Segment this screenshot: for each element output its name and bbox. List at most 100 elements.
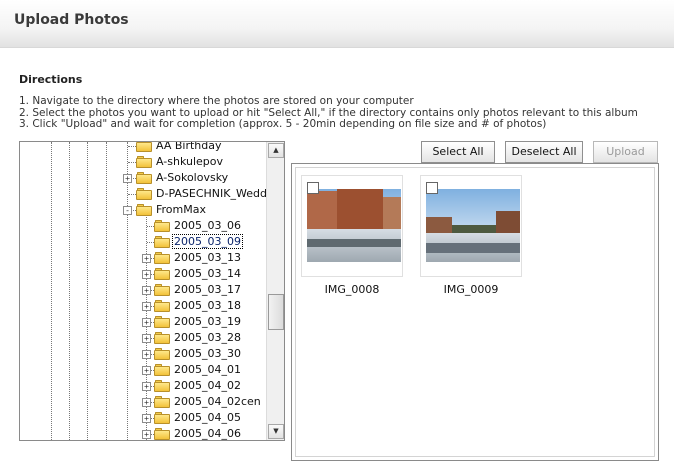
scroll-up-icon[interactable]: ▲ [268, 143, 284, 158]
expand-icon[interactable]: + [142, 414, 151, 423]
tree-item[interactable]: D-PASECHNIK_Weddin [20, 186, 277, 202]
expand-icon[interactable]: + [142, 430, 151, 439]
photo-checkbox[interactable] [426, 182, 438, 194]
folder-icon [136, 188, 152, 200]
road [307, 239, 401, 247]
tree-item[interactable]: +2005_03_28 [20, 330, 266, 346]
folder-body [154, 334, 170, 344]
direction-step-3: 3. Click "Upload" and wait for completio… [19, 118, 547, 130]
folder-tree[interactable]: AA Birthday A-shkulepov + A-Sokolovsky D-PAS… [19, 141, 285, 441]
folder-icon [154, 236, 170, 248]
folder-icon [154, 316, 170, 328]
tree-item[interactable]: +2005_04_05 [20, 410, 266, 426]
folder-icon [154, 220, 170, 232]
folder-body [136, 206, 152, 216]
tree-item[interactable]: - FromMax [20, 202, 266, 218]
folder-body [154, 318, 170, 328]
tree-item-label[interactable]: AA Birthday [155, 142, 223, 152]
building [496, 211, 520, 233]
tree-item-label[interactable]: 2005_03_19 [173, 315, 242, 328]
expand-icon[interactable]: + [142, 350, 151, 359]
tree-item-label[interactable]: A-shkulepov [155, 155, 224, 168]
building [383, 197, 401, 229]
tree-item[interactable]: +2005_04_02 [20, 378, 266, 394]
tree-item[interactable]: +2005_04_06 [20, 426, 266, 440]
tree-item-label[interactable]: 2005_04_01 [173, 363, 242, 376]
folder-icon [154, 412, 170, 424]
folder-icon [154, 300, 170, 312]
expand-icon[interactable]: + [142, 382, 151, 391]
tree-connector [128, 162, 136, 163]
tree-item[interactable]: A-shkulepov [20, 154, 266, 170]
tree-item-label[interactable]: 2005_04_02 [173, 379, 242, 392]
collapse-icon[interactable]: - [123, 206, 132, 215]
photo-card[interactable] [420, 175, 522, 277]
tree-item[interactable]: +2005_03_30 [20, 346, 266, 362]
directions-text: 1. Navigate to the directory where the p… [19, 95, 669, 131]
tree-item[interactable]: +2005_03_19 [20, 314, 266, 330]
tree-item-label[interactable]: 2005_03_09 [172, 234, 243, 249]
tree-line [452, 225, 496, 233]
tree-item-label[interactable]: 2005_03_13 [173, 251, 242, 264]
folder-body [154, 414, 170, 424]
tree-item-label[interactable]: FromMax [155, 203, 207, 216]
expand-icon[interactable]: + [142, 286, 151, 295]
folder-body [154, 430, 170, 440]
expand-icon[interactable]: + [142, 366, 151, 375]
photo-card[interactable] [301, 175, 403, 277]
tree-item-label[interactable]: 2005_03_28 [173, 331, 242, 344]
scroll-down-icon[interactable]: ▼ [268, 424, 284, 439]
folder-icon [154, 284, 170, 296]
expand-icon[interactable]: + [142, 334, 151, 343]
tree-item[interactable]: +2005_03_18 [20, 298, 266, 314]
expand-icon[interactable]: + [123, 174, 132, 183]
tree-item-label[interactable]: 2005_03_18 [173, 299, 242, 312]
expand-icon[interactable]: + [142, 398, 151, 407]
tree-item-label[interactable]: 2005_03_14 [173, 267, 242, 280]
tree-item-label[interactable]: 2005_03_06 [173, 219, 242, 232]
building [307, 191, 337, 231]
page-header: Upload Photos [0, 0, 674, 48]
tree-item[interactable]: +2005_04_02cen [20, 394, 266, 410]
select-all-button[interactable]: Select All [421, 141, 495, 163]
tree-item[interactable]: +2005_03_17 [20, 282, 266, 298]
building [337, 189, 383, 229]
tree-item[interactable]: +2005_03_13 [20, 250, 266, 266]
tree-item-label[interactable]: 2005_04_02cen [173, 395, 262, 408]
deselect-all-button[interactable]: Deselect All [505, 141, 583, 163]
expand-icon[interactable]: + [142, 318, 151, 327]
photo-name: IMG_0009 [443, 283, 499, 296]
tree-item-label[interactable]: 2005_03_30 [173, 347, 242, 360]
page-title: Upload Photos [14, 12, 129, 28]
tree-item[interactable]: + A-Sokolovsky [20, 170, 266, 186]
tree-item[interactable]: AA Birthday [20, 142, 266, 154]
tree-item-label[interactable]: 2005_04_05 [173, 411, 242, 424]
folder-body [154, 366, 170, 376]
road [426, 243, 520, 253]
scroll-thumb[interactable] [268, 294, 284, 330]
expand-icon[interactable]: + [142, 302, 151, 311]
photo-thumbnail[interactable] [307, 189, 401, 262]
tree-item[interactable]: +2005_03_14 [20, 266, 266, 282]
folder-body [154, 254, 170, 264]
expand-icon[interactable]: + [142, 254, 151, 263]
tree-connector [147, 226, 154, 227]
tree-item-label[interactable]: 2005_03_17 [173, 283, 242, 296]
direction-step-1: 1. Navigate to the directory where the p… [19, 95, 414, 107]
folder-icon [154, 252, 170, 264]
directions-heading: Directions [19, 73, 83, 86]
tree-item[interactable]: +2005_04_01 [20, 362, 266, 378]
tree-item[interactable]: 2005_03_09 [20, 234, 266, 250]
tree-item[interactable]: 2005_03_06 [20, 218, 266, 234]
expand-icon[interactable]: + [142, 270, 151, 279]
photo-checkbox[interactable] [307, 182, 319, 194]
folder-body [154, 350, 170, 360]
folder-body [154, 270, 170, 280]
tree-scrollbar[interactable]: ▲ ▼ [266, 142, 284, 440]
tree-item-label[interactable]: D-PASECHNIK_Weddin [155, 187, 278, 200]
folder-icon [136, 156, 152, 168]
upload-button[interactable]: Upload [593, 141, 658, 163]
tree-item-label[interactable]: 2005_04_06 [173, 427, 242, 440]
tree-item-label[interactable]: A-Sokolovsky [155, 171, 229, 184]
photo-thumbnail[interactable] [426, 189, 520, 262]
